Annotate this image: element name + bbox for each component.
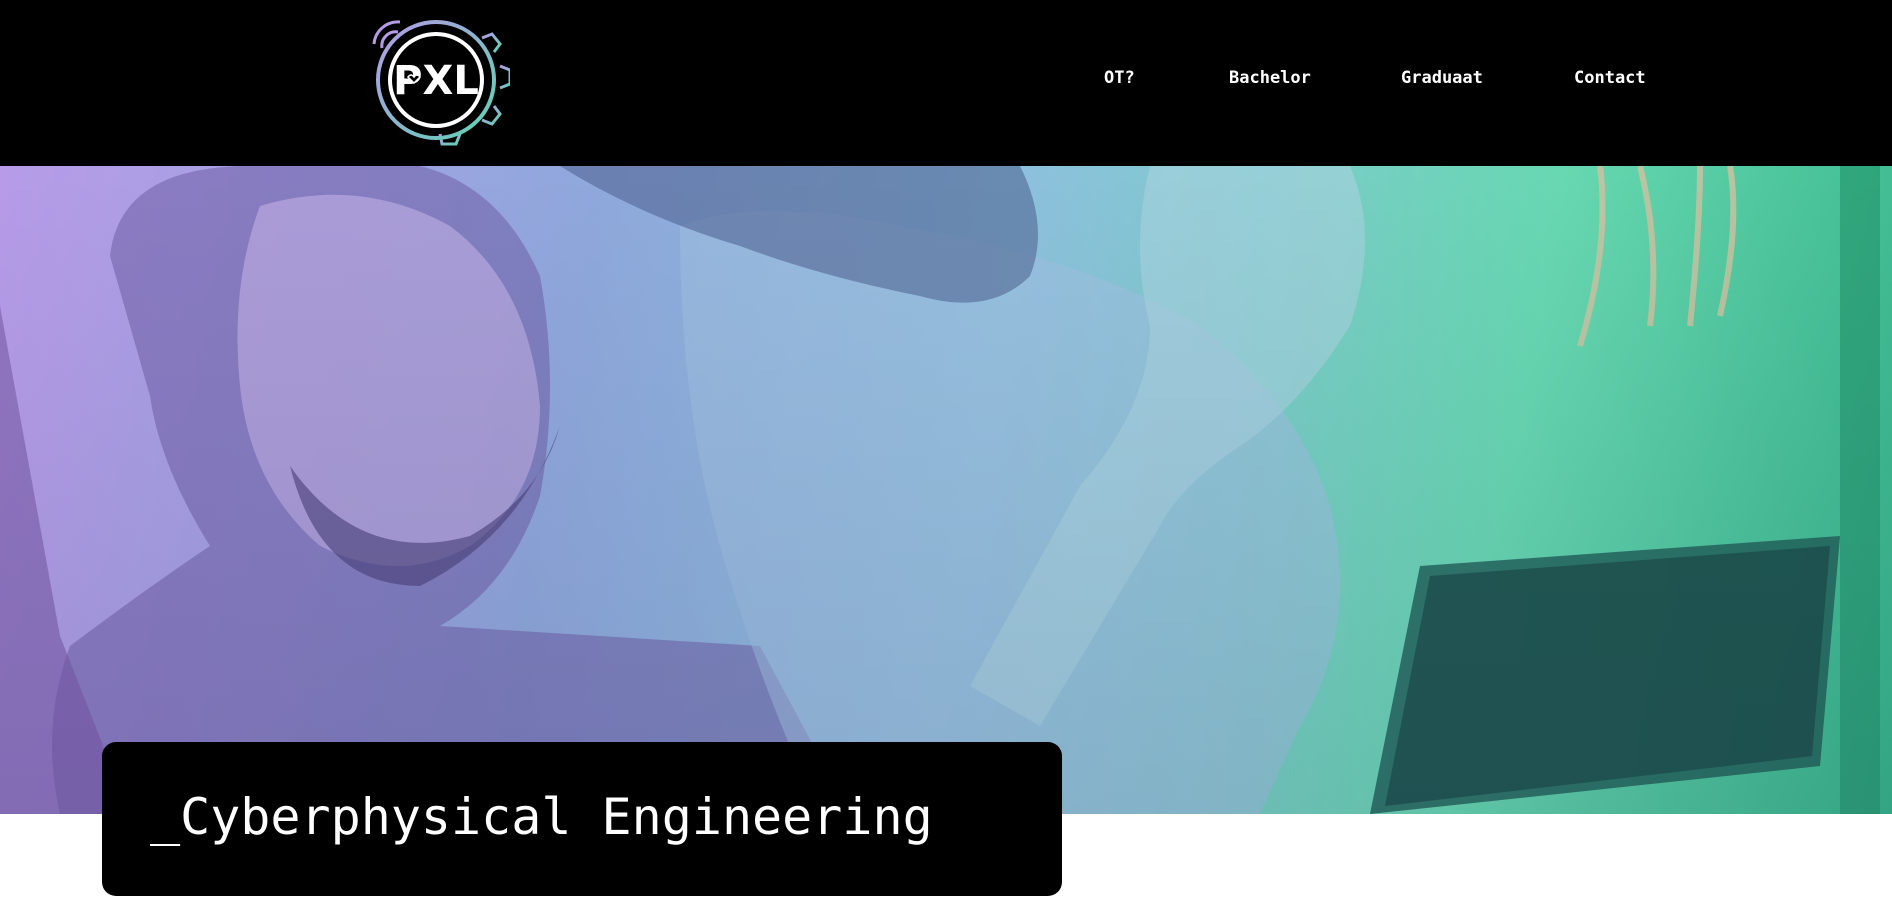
site-header: PXL OT? Bachelor Graduaat Contact xyxy=(0,0,1892,166)
pxl-logo[interactable]: PXL xyxy=(364,14,512,148)
nav-link-contact[interactable]: Contact xyxy=(1574,68,1646,88)
nav-link-bachelor[interactable]: Bachelor xyxy=(1229,68,1311,88)
nav-link-ot[interactable]: OT? xyxy=(1104,68,1135,88)
page-title: _Cyberphysical Engineering xyxy=(150,788,933,846)
hero-overlay xyxy=(0,166,1892,814)
page-title-card: _Cyberphysical Engineering xyxy=(102,742,1062,896)
nav-link-graduaat[interactable]: Graduaat xyxy=(1401,68,1483,88)
logo-emblem-icon: PXL xyxy=(372,20,512,146)
hero-banner xyxy=(0,166,1892,814)
logo-text: PXL xyxy=(393,58,479,104)
